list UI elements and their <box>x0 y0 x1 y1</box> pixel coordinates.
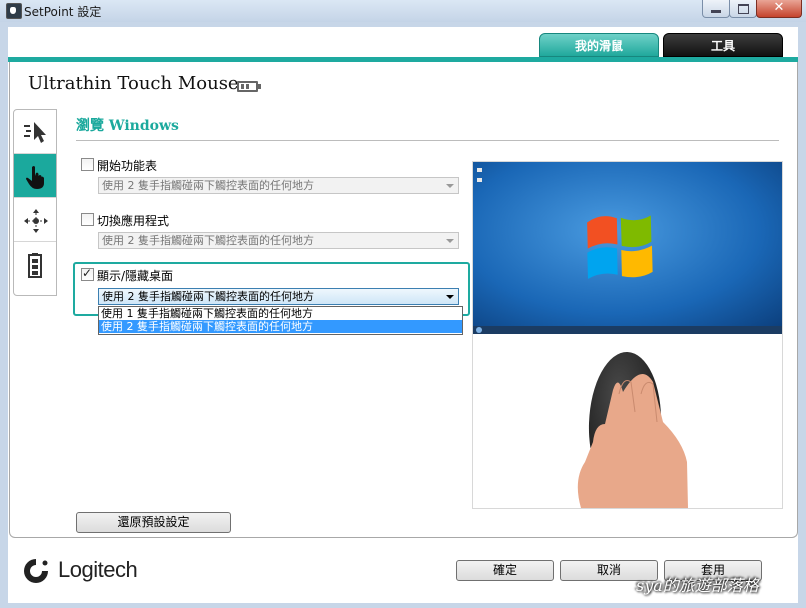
switch-apps-checkbox[interactable] <box>81 213 94 226</box>
maximize-icon <box>738 4 749 14</box>
switch-apps-label[interactable]: 切換應用程式 <box>97 212 169 229</box>
minimize-icon <box>711 10 721 13</box>
tab-tools[interactable]: 工具 <box>663 33 783 57</box>
start-menu-checkbox[interactable] <box>81 158 94 171</box>
gesture-preview <box>472 161 783 509</box>
sidebar-item-gestures[interactable] <box>14 154 56 198</box>
restore-defaults-button[interactable]: 還原預設設定 <box>76 512 231 533</box>
close-icon: ✕ <box>773 0 785 15</box>
gesture-preview-image <box>473 162 782 508</box>
dropdown-option-2-fingers[interactable]: 使用 2 隻手指觸碰兩下觸控表面的任何地方 <box>99 320 462 333</box>
sidebar-item-pointer[interactable] <box>14 110 56 154</box>
show-desktop-combo-value: 使用 2 隻手指觸碰兩下觸控表面的任何地方 <box>102 290 314 303</box>
title-bar: SetPoint 設定 ✕ <box>0 0 806 22</box>
sidebar <box>13 109 57 296</box>
show-desktop-combo[interactable]: 使用 2 隻手指觸碰兩下觸控表面的任何地方 <box>98 288 459 305</box>
chevron-down-icon <box>446 184 454 188</box>
maximize-button[interactable] <box>729 0 757 18</box>
dropdown-option-1-finger[interactable]: 使用 1 隻手指觸碰兩下觸控表面的任何地方 <box>99 307 462 320</box>
minimize-button[interactable] <box>702 0 730 18</box>
sidebar-item-scrolling[interactable] <box>14 198 56 242</box>
client-area: 我的滑鼠 工具 Ultrathin Touch Mouse 瀏覽 Windows… <box>8 27 798 603</box>
switch-apps-combo[interactable]: 使用 2 隻手指觸碰兩下觸控表面的任何地方 <box>98 232 459 249</box>
switch-apps-combo-value: 使用 2 隻手指觸碰兩下觸控表面的任何地方 <box>102 234 314 247</box>
logitech-swirl-icon <box>24 559 48 583</box>
start-menu-combo-value: 使用 2 隻手指觸碰兩下觸控表面的任何地方 <box>102 179 314 192</box>
hand-icon <box>26 166 44 189</box>
chevron-down-icon <box>446 239 454 243</box>
ok-button[interactable]: 確定 <box>456 560 554 581</box>
tab-my-mouse[interactable]: 我的滑鼠 <box>539 33 659 57</box>
chevron-down-icon <box>446 295 454 299</box>
battery-icon <box>28 253 42 278</box>
setpoint-app-icon[interactable] <box>6 3 22 19</box>
dropdown-list: 使用 1 隻手指觸碰兩下觸控表面的任何地方 使用 2 隻手指觸碰兩下觸控表面的任… <box>98 306 463 335</box>
section-divider <box>76 140 779 141</box>
move-arrows-icon <box>24 209 48 233</box>
window-title: SetPoint 設定 <box>24 5 102 19</box>
battery-status-icon <box>237 81 261 92</box>
device-name: Ultrathin Touch Mouse <box>28 73 239 94</box>
section-title: 瀏覽 Windows <box>76 118 179 134</box>
cursor-icon <box>24 122 46 143</box>
logitech-logo: Logitech <box>22 557 138 587</box>
logitech-wordmark: Logitech <box>58 557 138 582</box>
watermark: sya的旅遊部落格 <box>636 576 759 595</box>
show-desktop-checkbox[interactable] <box>81 266 94 281</box>
start-menu-combo[interactable]: 使用 2 隻手指觸碰兩下觸控表面的任何地方 <box>98 177 459 194</box>
show-desktop-label[interactable]: 顯示/隱藏桌面 <box>97 267 173 284</box>
sidebar-item-battery[interactable] <box>14 242 56 286</box>
start-menu-label[interactable]: 開始功能表 <box>97 157 157 174</box>
close-button[interactable]: ✕ <box>756 0 802 18</box>
